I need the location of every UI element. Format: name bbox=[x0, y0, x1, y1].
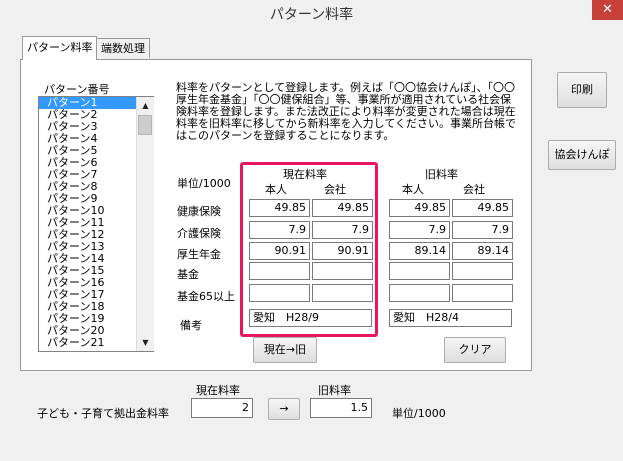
old-person-field[interactable] bbox=[389, 262, 450, 280]
child-old-header: 旧料率 bbox=[318, 384, 351, 397]
list-scrollbar[interactable]: ▲ ▼ bbox=[136, 97, 154, 351]
child-copy-arrow-button[interactable]: → bbox=[268, 398, 300, 420]
description-text: 料率をパターンとして登録します。例えば「〇〇協会けんぽ」、「〇〇厚生年金基金」「… bbox=[176, 81, 517, 142]
old-person-field[interactable]: 89.14 bbox=[389, 242, 450, 260]
old-company-field[interactable]: 49.85 bbox=[452, 199, 513, 217]
scroll-up-icon[interactable]: ▲ bbox=[137, 97, 154, 114]
tab-rounding[interactable]: 端数処理 bbox=[96, 38, 150, 58]
old-company-field[interactable]: 89.14 bbox=[452, 242, 513, 260]
old-company-field[interactable] bbox=[452, 284, 513, 302]
rate-row-label: 厚生年金 bbox=[177, 248, 221, 261]
old-company-header: 会社 bbox=[463, 183, 485, 196]
rate-row-label: 基金 bbox=[177, 268, 199, 281]
child-rate-label: 子ども・子育て拠出金料率 bbox=[37, 407, 169, 420]
copy-current-to-old-button[interactable]: 現在→旧 bbox=[253, 337, 317, 363]
child-unit-label: 単位/1000 bbox=[392, 407, 446, 420]
print-button[interactable]: 印刷 bbox=[557, 72, 607, 108]
child-old-field[interactable]: 1.5 bbox=[310, 398, 372, 418]
window-title: パターン料率 bbox=[269, 7, 354, 23]
old-person-field[interactable]: 49.85 bbox=[389, 199, 450, 217]
scroll-down-icon[interactable]: ▼ bbox=[137, 334, 154, 351]
old-company-field[interactable]: 7.9 bbox=[452, 221, 513, 239]
child-current-header: 現在料率 bbox=[196, 384, 240, 397]
old-person-field[interactable]: 7.9 bbox=[389, 221, 450, 239]
close-button[interactable]: ✕ bbox=[592, 0, 623, 20]
kyokai-kenpo-button[interactable]: 協会けんぽ bbox=[548, 140, 616, 170]
old-person-field[interactable] bbox=[389, 284, 450, 302]
rate-row-label: 健康保険 bbox=[177, 205, 221, 218]
old-person-header: 本人 bbox=[402, 183, 424, 196]
rate-row-label: 基金65以上 bbox=[177, 290, 235, 303]
unit-label: 単位/1000 bbox=[177, 177, 231, 190]
rate-row-label: 介護保険 bbox=[177, 227, 221, 240]
pattern-list-header: パターン番号 bbox=[44, 83, 110, 96]
remarks-old-field[interactable]: 愛知 H28/4 bbox=[389, 309, 512, 327]
old-company-field[interactable] bbox=[452, 262, 513, 280]
clear-button[interactable]: クリア bbox=[444, 337, 506, 363]
current-rate-highlight bbox=[240, 162, 378, 337]
scroll-thumb[interactable] bbox=[138, 115, 152, 135]
old-rate-header: 旧料率 bbox=[425, 168, 458, 181]
remarks-label: 備考 bbox=[180, 319, 202, 332]
child-current-field[interactable]: 2 bbox=[191, 398, 253, 418]
tab-pattern-rate[interactable]: パターン料率 bbox=[22, 36, 98, 60]
